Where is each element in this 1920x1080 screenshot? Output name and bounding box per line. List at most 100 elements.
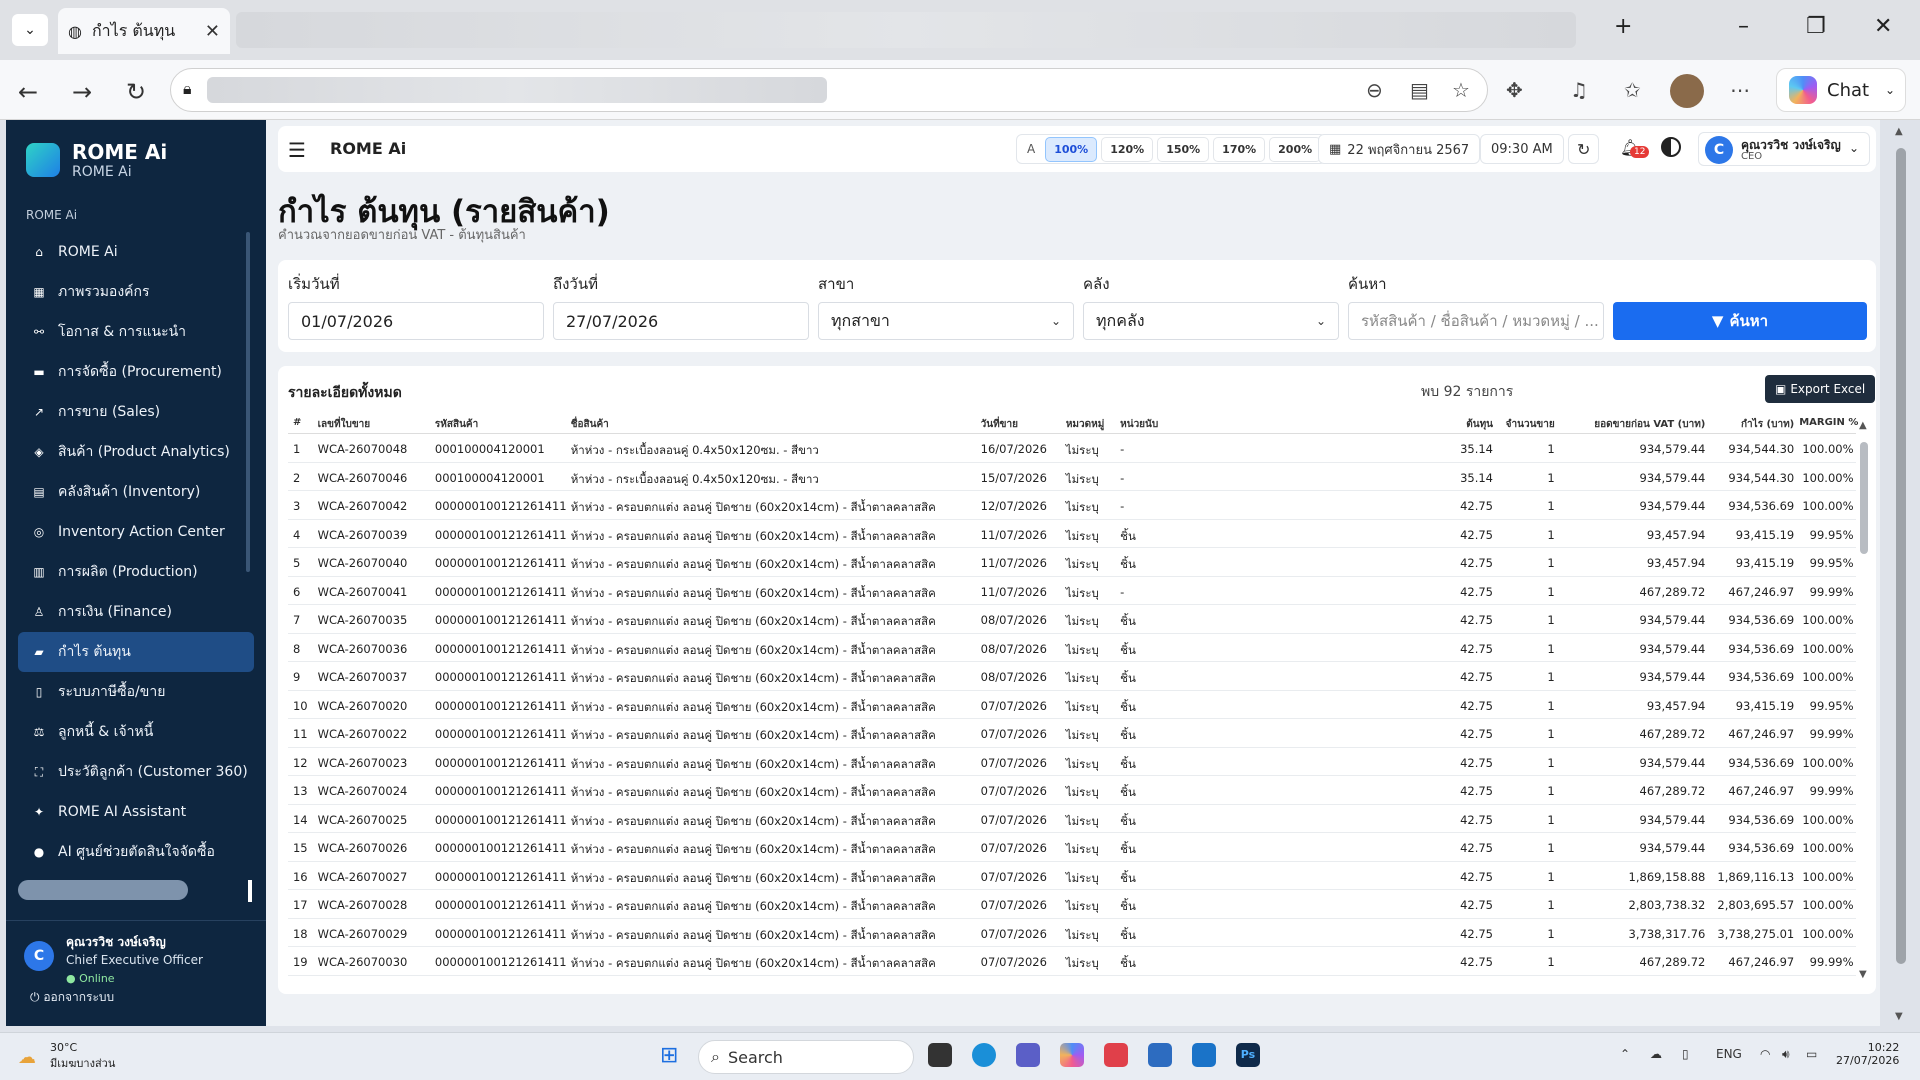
warehouse-select[interactable]: ทุกคลัง ⌄ xyxy=(1083,302,1339,340)
volume-icon[interactable]: 🔊︎ xyxy=(1782,1047,1790,1062)
edge-icon[interactable] xyxy=(972,1043,996,1067)
table-row[interactable]: 19 WCA-26070030 000000100121261411 ห้าห่วง … xyxy=(288,947,1856,976)
sidebar-item-3[interactable]: ▬ การจัดซื้อ (Procurement) xyxy=(18,352,254,392)
refresh-icon[interactable]: ↻ xyxy=(126,78,146,106)
table-row[interactable]: 14 WCA-26070025 000000100121261411 ห้าห่วง … xyxy=(288,805,1856,833)
minimize-icon[interactable]: – xyxy=(1738,14,1749,39)
start-date-field[interactable]: 01/07/2026 xyxy=(288,302,544,340)
logout-button[interactable]: ⏻ ออกจากระบบ xyxy=(30,988,114,1007)
table-row[interactable]: 12 WCA-26070023 000000100121261411 ห้าห่วง … xyxy=(288,748,1856,776)
sidebar-item-6[interactable]: ▤ คลังสินค้า (Inventory) xyxy=(18,472,254,512)
favorites-icon[interactable]: ✩ xyxy=(1624,78,1641,102)
forward-icon[interactable]: → xyxy=(72,78,92,106)
sidebar-item-14[interactable]: ✦ ROME AI Assistant xyxy=(18,792,254,832)
export-excel-button[interactable]: ▣ Export Excel xyxy=(1765,375,1876,403)
column-header[interactable]: หน่วยนับ xyxy=(1120,417,1169,432)
sidebar-horizontal-scrollbar[interactable] xyxy=(18,880,188,900)
sidebar-item-13[interactable]: ⛶ ประวัติลูกค้า (Customer 360) xyxy=(18,752,254,792)
sidebar-item-11[interactable]: ▯ ระบบภาษีซื้อ/ขาย xyxy=(18,672,254,712)
column-header[interactable]: วันที่ขาย xyxy=(981,417,1065,432)
copilot-chat-button[interactable]: Chat ⌄ xyxy=(1776,68,1906,112)
restore-icon[interactable]: ❐ xyxy=(1806,14,1826,39)
theme-toggle-icon[interactable] xyxy=(1661,137,1681,157)
table-row[interactable]: 13 WCA-26070024 000000100121261411 ห้าห่วง … xyxy=(288,776,1856,805)
column-header[interactable]: MARGIN % xyxy=(1799,417,1858,428)
sidebar-item-4[interactable]: ↗ การขาย (Sales) xyxy=(18,392,254,432)
table-row[interactable]: 15 WCA-26070026 000000100121261411 ห้าห่วง … xyxy=(288,833,1856,862)
clock[interactable]: 10:22 27/07/2026 xyxy=(1836,1041,1899,1067)
reader-icon[interactable]: ▤ xyxy=(1410,78,1429,102)
zoom-100-button[interactable]: 100% xyxy=(1045,136,1098,162)
table-row[interactable]: 3 WCA-26070042 000000100121261411 ห้าห่วง -… xyxy=(288,491,1856,520)
extensions-icon[interactable]: ✥ xyxy=(1506,78,1523,102)
brand[interactable]: ROME Ai ROME Ai xyxy=(26,140,167,180)
table-scroll-thumb[interactable] xyxy=(1860,442,1868,554)
table-row[interactable]: 5 WCA-26070040 000000100121261411 ห้าห่วง -… xyxy=(288,548,1856,577)
close-window-icon[interactable]: ✕ xyxy=(1874,14,1892,39)
zoom-170-button[interactable]: 170% xyxy=(1213,136,1266,162)
date-pill[interactable]: ▦ 22 พฤศจิกายน 2567 xyxy=(1318,134,1481,164)
url-input[interactable]: 🔒︎ xyxy=(170,68,1488,112)
branch-select[interactable]: ทุกสาขา ⌄ xyxy=(818,302,1074,340)
browser-tab-active[interactable]: ◍ กำไร ต้นทุน ✕ xyxy=(58,8,230,54)
table-row[interactable]: 4 WCA-26070039 000000100121261411 ห้าห่วง -… xyxy=(288,520,1856,548)
close-tab-icon[interactable]: ✕ xyxy=(205,21,220,42)
search-input[interactable]: รหัสสินค้า / ชื่อสินค้า / หมวดหมู่ / ... xyxy=(1348,302,1604,340)
column-header[interactable]: เลขที่ใบขาย xyxy=(318,417,435,432)
sidebar-item-8[interactable]: ▥ การผลิต (Production) xyxy=(18,552,254,592)
table-row[interactable]: 2 WCA-26070046 000100004120001 ห้าห่วง - กร… xyxy=(288,463,1856,491)
teams-icon[interactable] xyxy=(1016,1043,1040,1067)
tray-device-icon[interactable]: ▯ xyxy=(1682,1047,1689,1061)
column-header[interactable]: กำไร (บาท) xyxy=(1708,417,1794,432)
sidebar-item-10[interactable]: ▰ กำไร ต้นทุน xyxy=(18,632,254,672)
weather-widget[interactable]: ☁ 30°C มีเมฆบางส่วน xyxy=(18,1041,115,1072)
table-row[interactable]: 6 WCA-26070041 000000100121261411 ห้าห่วง -… xyxy=(288,577,1856,605)
end-date-field[interactable]: 27/07/2026 xyxy=(553,302,809,340)
zoom-200-button[interactable]: 200% xyxy=(1269,136,1322,162)
copilot-icon[interactable] xyxy=(1060,1043,1084,1067)
windows-start-icon[interactable]: ⊞ xyxy=(660,1043,678,1068)
sidebar-scrollbar[interactable] xyxy=(246,232,250,572)
table-row[interactable]: 11 WCA-26070022 000000100121261411 ห้าห่วง … xyxy=(288,719,1856,748)
page-scroll-thumb[interactable] xyxy=(1896,148,1906,964)
store-icon[interactable] xyxy=(1148,1043,1172,1067)
zoom-out-icon[interactable]: ⊖ xyxy=(1366,78,1383,102)
tray-app-icon[interactable]: ☁ xyxy=(1650,1047,1662,1061)
table-row[interactable]: 1 WCA-26070048 000100004120001 ห้าห่วง - กร… xyxy=(288,434,1856,463)
battery-icon[interactable]: ▭ xyxy=(1806,1047,1817,1061)
scroll-down-icon[interactable]: ▼ xyxy=(1895,1011,1903,1022)
table-row[interactable]: 16 WCA-26070027 000000100121261411 ห้าห่วง … xyxy=(288,862,1856,890)
refresh-button[interactable]: ↻ xyxy=(1568,134,1600,164)
sidebar-item-12[interactable]: ⚖ ลูกหนี้ & เจ้าหนี้ xyxy=(18,712,254,752)
column-header[interactable]: จำนวนขาย xyxy=(1493,417,1555,432)
sidebar-scroll-handle[interactable] xyxy=(248,880,252,902)
gift-icon[interactable] xyxy=(1104,1043,1128,1067)
scroll-down-icon[interactable]: ▼ xyxy=(1859,969,1867,980)
sidebar-item-15[interactable]: ● AI ศูนย์ช่วยตัดสินใจจัดซื้อ xyxy=(18,832,254,872)
scroll-up-icon[interactable]: ▲ xyxy=(1895,126,1903,137)
column-header[interactable]: # xyxy=(293,417,318,428)
language-indicator[interactable]: ENG xyxy=(1716,1047,1742,1061)
zoom-120-button[interactable]: 120% xyxy=(1101,136,1154,162)
tray-chevron-icon[interactable]: ⌃ xyxy=(1620,1047,1630,1061)
table-row[interactable]: 17 WCA-26070028 000000100121261411 ห้าห่วง … xyxy=(288,890,1856,919)
back-icon[interactable]: ← xyxy=(18,78,38,106)
column-header[interactable]: หมวดหมู่ xyxy=(1066,417,1120,432)
wifi-icon[interactable]: ◠ xyxy=(1760,1047,1770,1061)
table-row[interactable]: 10 WCA-26070020 000000100121261411 ห้าห่วง … xyxy=(288,691,1856,719)
sidebar-item-1[interactable]: ▦ ภาพรวมองค์กร xyxy=(18,272,254,312)
sidebar-item-5[interactable]: ◈ สินค้า (Product Analytics) xyxy=(18,432,254,472)
outlook-icon[interactable] xyxy=(1192,1043,1216,1067)
favorite-star-icon[interactable]: ☆ xyxy=(1452,78,1470,102)
page-scrollbar[interactable]: ▲ ▼ xyxy=(1892,124,1910,1024)
more-icon[interactable]: ⋯ xyxy=(1730,78,1750,102)
new-tab-icon[interactable]: + xyxy=(1614,14,1632,39)
tab-list-chevron-icon[interactable]: ⌄ xyxy=(12,14,48,46)
sidebar-item-7[interactable]: ◎ Inventory Action Center xyxy=(18,512,254,552)
photoshop-icon[interactable]: Ps xyxy=(1236,1043,1260,1067)
sidebar-item-2[interactable]: ⚯ โอกาส & การแนะนำ xyxy=(18,312,254,352)
profile-avatar[interactable] xyxy=(1670,74,1704,108)
sidebar-item-9[interactable]: ♙ การเงิน (Finance) xyxy=(18,592,254,632)
column-header[interactable]: ชื่อสินค้า xyxy=(571,417,978,432)
user-menu[interactable]: C คุณวรวิช วงษ์เจริญ CEO ⌄ xyxy=(1698,132,1870,166)
